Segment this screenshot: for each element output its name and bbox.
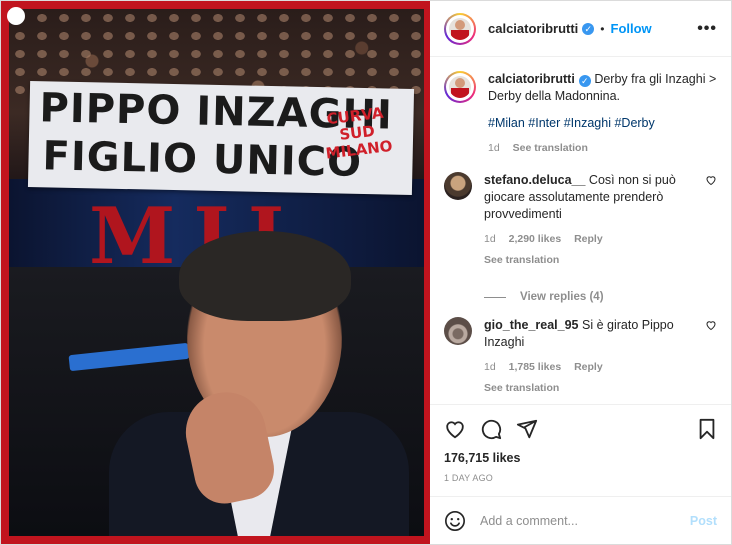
caption-hashtags[interactable]: #Milan #Inter #Inzaghi #Derby: [488, 115, 717, 132]
post-header: calciatoribrutti ✓ • Follow •••: [430, 1, 731, 57]
post-media[interactable]: MIL PIPPO INZAGHI FIGLIO UNICO CURVA SUD…: [1, 1, 430, 544]
banner-stamp: CURVA SUD MILANO: [324, 103, 394, 163]
comment-bubble-icon[interactable]: [480, 418, 502, 440]
header-separator: •: [600, 21, 605, 36]
add-comment-bar: Post: [430, 496, 731, 544]
comment-reply-button[interactable]: Reply: [574, 361, 603, 373]
comment-item: stefano.deluca__ Così non si può giocare…: [444, 172, 717, 269]
add-comment-input[interactable]: [478, 512, 690, 529]
comment-age: 1d: [484, 361, 496, 373]
caption-age: 1d: [488, 142, 500, 154]
commenter-avatar[interactable]: [444, 317, 472, 345]
banner-line-2: FIGLIO UNICO: [42, 133, 363, 186]
like-comment-heart-icon[interactable]: [705, 319, 717, 331]
post-image: MIL PIPPO INZAGHI FIGLIO UNICO CURVA SUD…: [9, 9, 424, 536]
comments-section: calciatoribrutti ✓ Derby fra gli Inzaghi …: [430, 57, 731, 404]
post-side-panel: calciatoribrutti ✓ • Follow ••• calciato…: [430, 1, 731, 544]
comment-likes[interactable]: 2,290 likes: [509, 233, 562, 245]
likes-count[interactable]: 176,715 likes: [444, 451, 717, 465]
comment-item: gio_the_real_95 Si è girato Pippo Inzagh…: [444, 317, 717, 397]
comment-reply-button[interactable]: Reply: [574, 233, 603, 245]
caption-row: calciatoribrutti ✓ Derby fra gli Inzaghi …: [444, 71, 717, 157]
coach-portrait: [9, 231, 424, 536]
comment-age: 1d: [484, 233, 496, 245]
like-comment-heart-icon[interactable]: [705, 174, 717, 186]
view-replies-button[interactable]: View replies (4): [484, 291, 717, 303]
comment-likes[interactable]: 1,785 likes: [509, 361, 562, 373]
post-timestamp[interactable]: 1 DAY AGO: [444, 473, 717, 483]
caption-author-avatar[interactable]: [444, 71, 476, 103]
author-username[interactable]: calciatoribrutti: [488, 21, 578, 36]
action-icons: [444, 413, 717, 445]
post-actions: 176,715 likes 1 DAY AGO: [430, 404, 731, 496]
comment-username[interactable]: stefano.deluca__: [484, 173, 585, 187]
share-paper-plane-icon[interactable]: [516, 418, 538, 440]
follow-button[interactable]: Follow: [611, 21, 652, 36]
view-replies-label: View replies (4): [520, 291, 604, 303]
media-indicator-dot: [7, 7, 25, 25]
instagram-post-modal: MIL PIPPO INZAGHI FIGLIO UNICO CURVA SUD…: [0, 0, 732, 545]
replies-line: [484, 296, 506, 298]
comment-username[interactable]: gio_the_real_95: [484, 318, 579, 332]
author-avatar[interactable]: [444, 12, 476, 45]
fan-banner: PIPPO INZAGHI FIGLIO UNICO CURVA SUD MIL…: [27, 80, 415, 196]
save-bookmark-icon[interactable]: [697, 418, 717, 440]
commenter-avatar[interactable]: [444, 172, 472, 200]
like-heart-icon[interactable]: [444, 418, 466, 440]
caption-see-translation[interactable]: See translation: [513, 142, 588, 154]
comment-see-translation[interactable]: See translation: [484, 252, 705, 269]
emoji-icon[interactable]: [444, 510, 466, 532]
comment-see-translation[interactable]: See translation: [484, 380, 705, 397]
more-options-icon[interactable]: •••: [697, 20, 717, 38]
verified-badge-icon: ✓: [582, 22, 595, 35]
caption-username[interactable]: calciatoribrutti: [488, 72, 575, 86]
verified-badge-icon: ✓: [578, 75, 591, 87]
post-comment-button[interactable]: Post: [690, 514, 717, 528]
